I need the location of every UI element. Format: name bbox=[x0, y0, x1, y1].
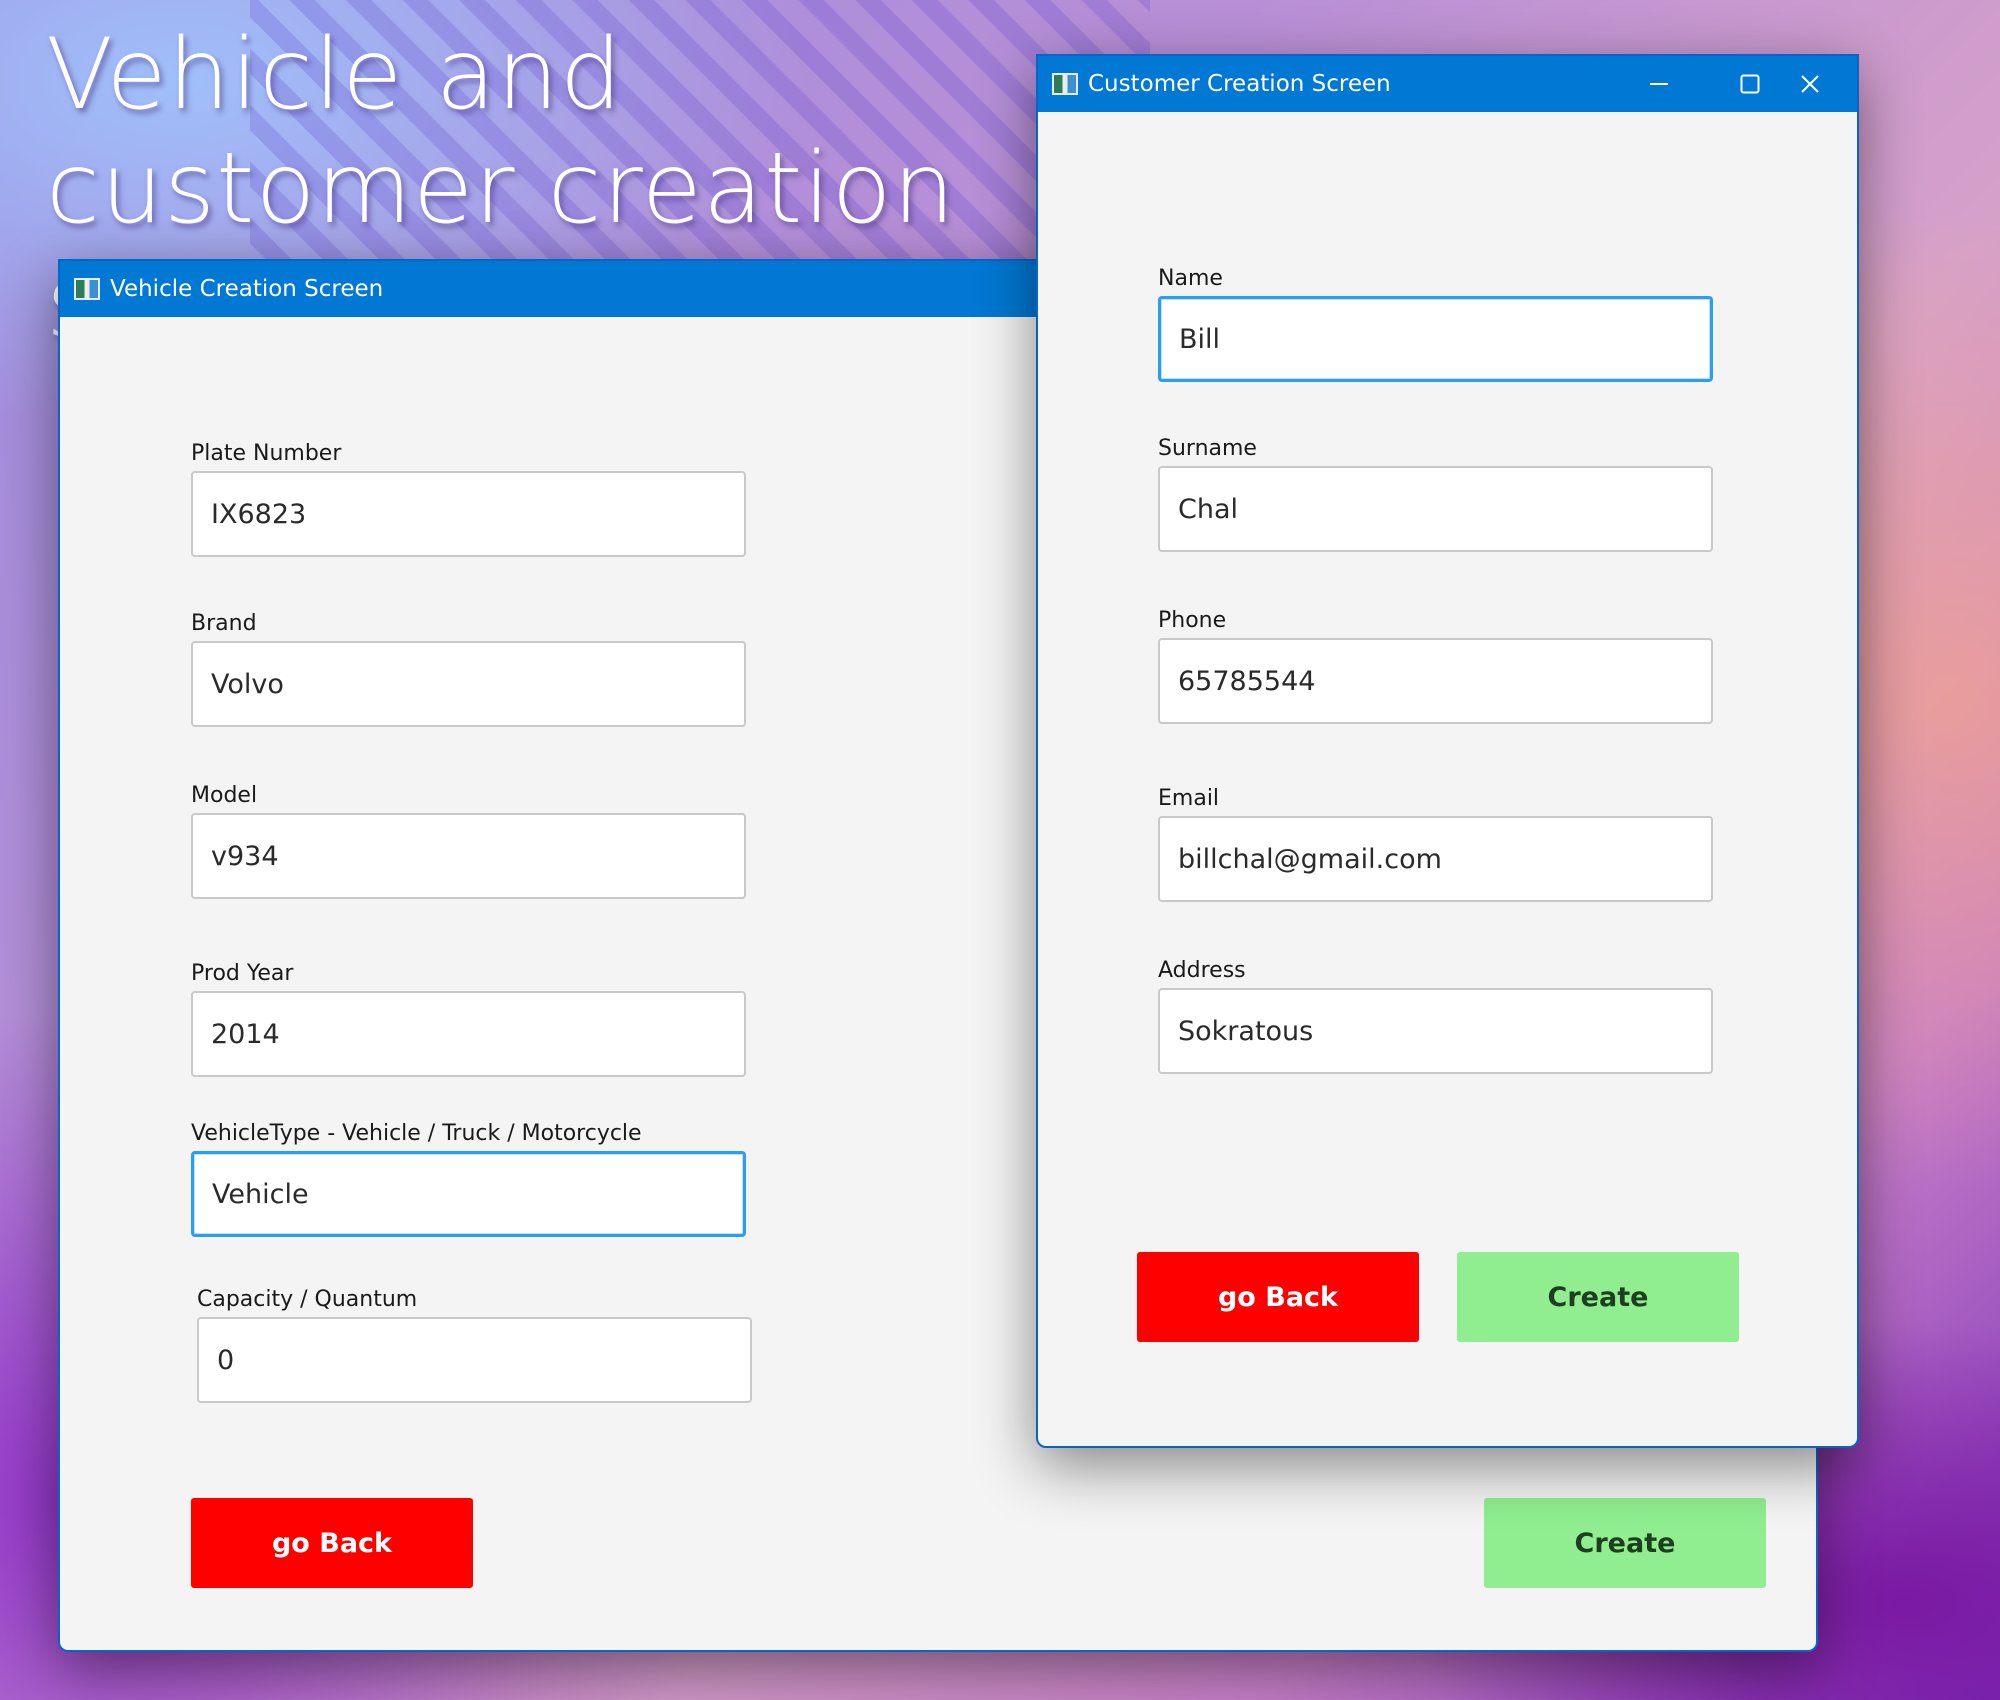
minimize-icon[interactable] bbox=[1614, 56, 1704, 112]
address-label: Address bbox=[1158, 958, 1246, 983]
plate-number-label: Plate Number bbox=[191, 441, 342, 466]
customer-creation-window: Customer Creation Screen Name Surname Ph… bbox=[1036, 54, 1859, 1448]
vehicle-go-back-button[interactable]: go Back bbox=[191, 1498, 473, 1588]
surname-label: Surname bbox=[1158, 436, 1257, 461]
capacity-label: Capacity / Quantum bbox=[197, 1287, 418, 1312]
name-input[interactable] bbox=[1158, 296, 1713, 382]
vehicle-type-label: VehicleType - Vehicle / Truck / Motorcyc… bbox=[191, 1121, 642, 1146]
vehicle-create-button[interactable]: Create bbox=[1484, 1498, 1766, 1588]
customer-window-title: Customer Creation Screen bbox=[1088, 71, 1391, 97]
email-input[interactable] bbox=[1158, 816, 1713, 902]
prod-year-label: Prod Year bbox=[191, 961, 294, 986]
brand-label: Brand bbox=[191, 611, 257, 636]
prod-year-input[interactable] bbox=[191, 991, 746, 1077]
email-label: Email bbox=[1158, 786, 1220, 811]
address-input[interactable] bbox=[1158, 988, 1713, 1074]
close-icon[interactable] bbox=[1765, 56, 1855, 112]
phone-label: Phone bbox=[1158, 608, 1227, 633]
plate-number-input[interactable] bbox=[191, 471, 746, 557]
app-icon bbox=[1052, 73, 1078, 95]
model-input[interactable] bbox=[191, 813, 746, 899]
customer-window-titlebar[interactable]: Customer Creation Screen bbox=[1038, 56, 1857, 112]
vehicle-type-input[interactable] bbox=[191, 1151, 746, 1237]
brand-input[interactable] bbox=[191, 641, 746, 727]
app-icon bbox=[74, 278, 100, 300]
vehicle-window-title: Vehicle Creation Screen bbox=[110, 276, 384, 302]
surname-input[interactable] bbox=[1158, 466, 1713, 552]
capacity-input[interactable] bbox=[197, 1317, 752, 1403]
phone-input[interactable] bbox=[1158, 638, 1713, 724]
model-label: Model bbox=[191, 783, 258, 808]
customer-create-button[interactable]: Create bbox=[1457, 1252, 1739, 1342]
customer-go-back-button[interactable]: go Back bbox=[1137, 1252, 1419, 1342]
name-label: Name bbox=[1158, 266, 1223, 291]
